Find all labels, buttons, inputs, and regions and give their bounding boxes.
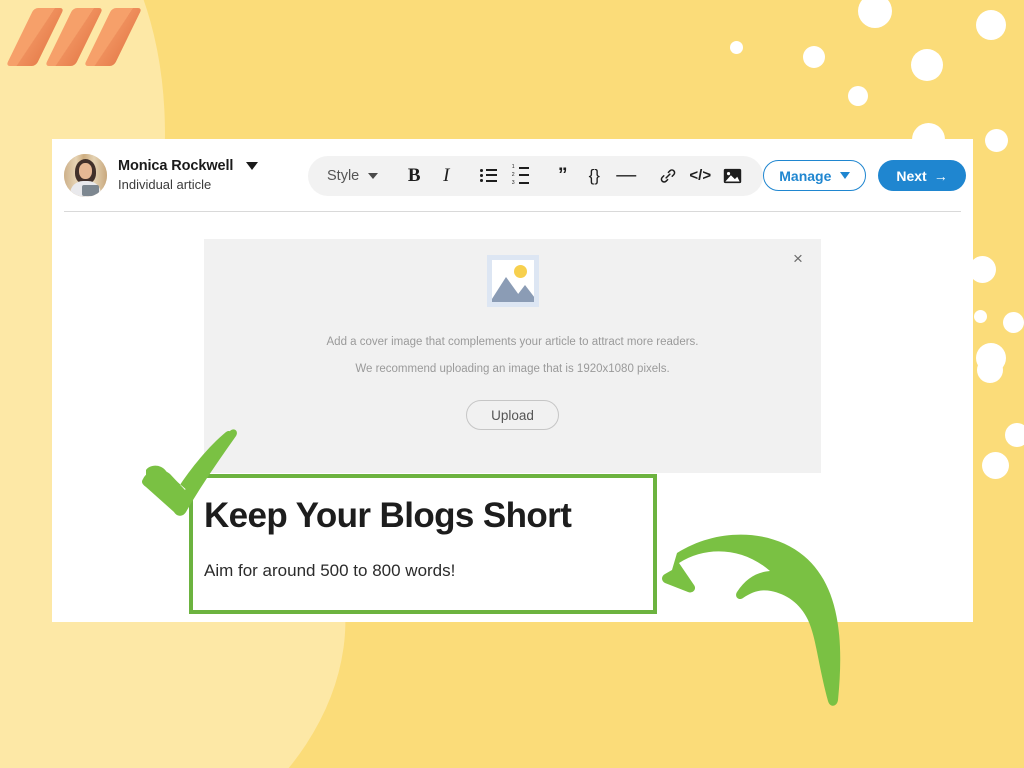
avatar <box>64 154 107 197</box>
author-role: Individual article <box>118 177 212 193</box>
formatting-toolbar: Style B I 1 2 3 ” {} — </> <box>308 155 764 196</box>
link-icon[interactable] <box>653 160 683 192</box>
header-actions: Manage Next → <box>763 160 966 191</box>
decorative-dot <box>911 49 943 81</box>
next-button[interactable]: Next → <box>878 160 966 191</box>
chevron-down-icon <box>840 172 851 179</box>
highlight-box <box>189 474 657 614</box>
decorative-dot <box>969 256 996 283</box>
bulleted-list-icon[interactable] <box>473 160 503 192</box>
style-dropdown-label: Style <box>327 167 360 184</box>
author-name-row: Monica Rockwell <box>118 157 259 175</box>
image-placeholder-icon <box>486 255 539 307</box>
editor-window: Monica Rockwell Individual article Style… <box>52 139 973 622</box>
manage-button-label: Manage <box>779 167 832 184</box>
cover-hint-secondary: We recommend uploading an image that is … <box>355 363 670 375</box>
mountain-shape <box>511 285 534 302</box>
arrow-right-icon: → <box>933 167 948 184</box>
decorative-dot <box>848 86 868 106</box>
decorative-dot <box>976 10 1006 40</box>
article-subtitle[interactable]: Aim for around 500 to 800 words! <box>204 561 455 581</box>
image-icon[interactable] <box>717 160 747 192</box>
cover-hint-primary: Add a cover image that complements your … <box>326 336 699 348</box>
author-text: Monica Rockwell Individual article <box>118 157 259 193</box>
horizontal-rule-icon[interactable]: — <box>611 160 641 192</box>
code-icon[interactable]: </> <box>685 160 715 192</box>
decorative-dot <box>974 310 987 323</box>
chevron-down-icon[interactable] <box>246 162 259 171</box>
header-divider <box>64 211 961 212</box>
decorative-dot <box>1003 312 1024 333</box>
decorative-dot <box>858 0 892 28</box>
italic-icon[interactable]: I <box>431 160 461 192</box>
upload-button[interactable]: Upload <box>466 400 559 430</box>
author-name: Monica Rockwell <box>118 158 234 175</box>
editor-header: Monica Rockwell Individual article Style… <box>52 139 973 212</box>
next-button-label: Next <box>896 167 927 184</box>
numbered-list-icon[interactable]: 1 2 3 <box>505 160 535 192</box>
decorative-dot <box>985 129 1008 152</box>
brand-logo <box>5 8 146 66</box>
decorative-dot <box>730 41 743 54</box>
code-block-icon[interactable]: {} <box>579 160 609 192</box>
manage-button[interactable]: Manage <box>763 160 867 191</box>
cover-panel-content: Add a cover image that complements your … <box>204 255 821 430</box>
quote-icon[interactable]: ” <box>547 160 577 192</box>
decorative-dot <box>803 46 825 68</box>
bold-icon[interactable]: B <box>399 160 429 192</box>
author-block[interactable]: Monica Rockwell Individual article <box>64 154 276 197</box>
style-dropdown[interactable]: Style <box>324 160 391 192</box>
decorative-dot <box>982 452 1009 479</box>
decorative-dot <box>977 357 1003 383</box>
chevron-down-icon <box>368 172 379 179</box>
decorative-dot <box>1005 423 1024 447</box>
article-title[interactable]: Keep Your Blogs Short <box>204 496 572 536</box>
cover-image-panel: × Add a cover image that complements you… <box>204 239 821 473</box>
